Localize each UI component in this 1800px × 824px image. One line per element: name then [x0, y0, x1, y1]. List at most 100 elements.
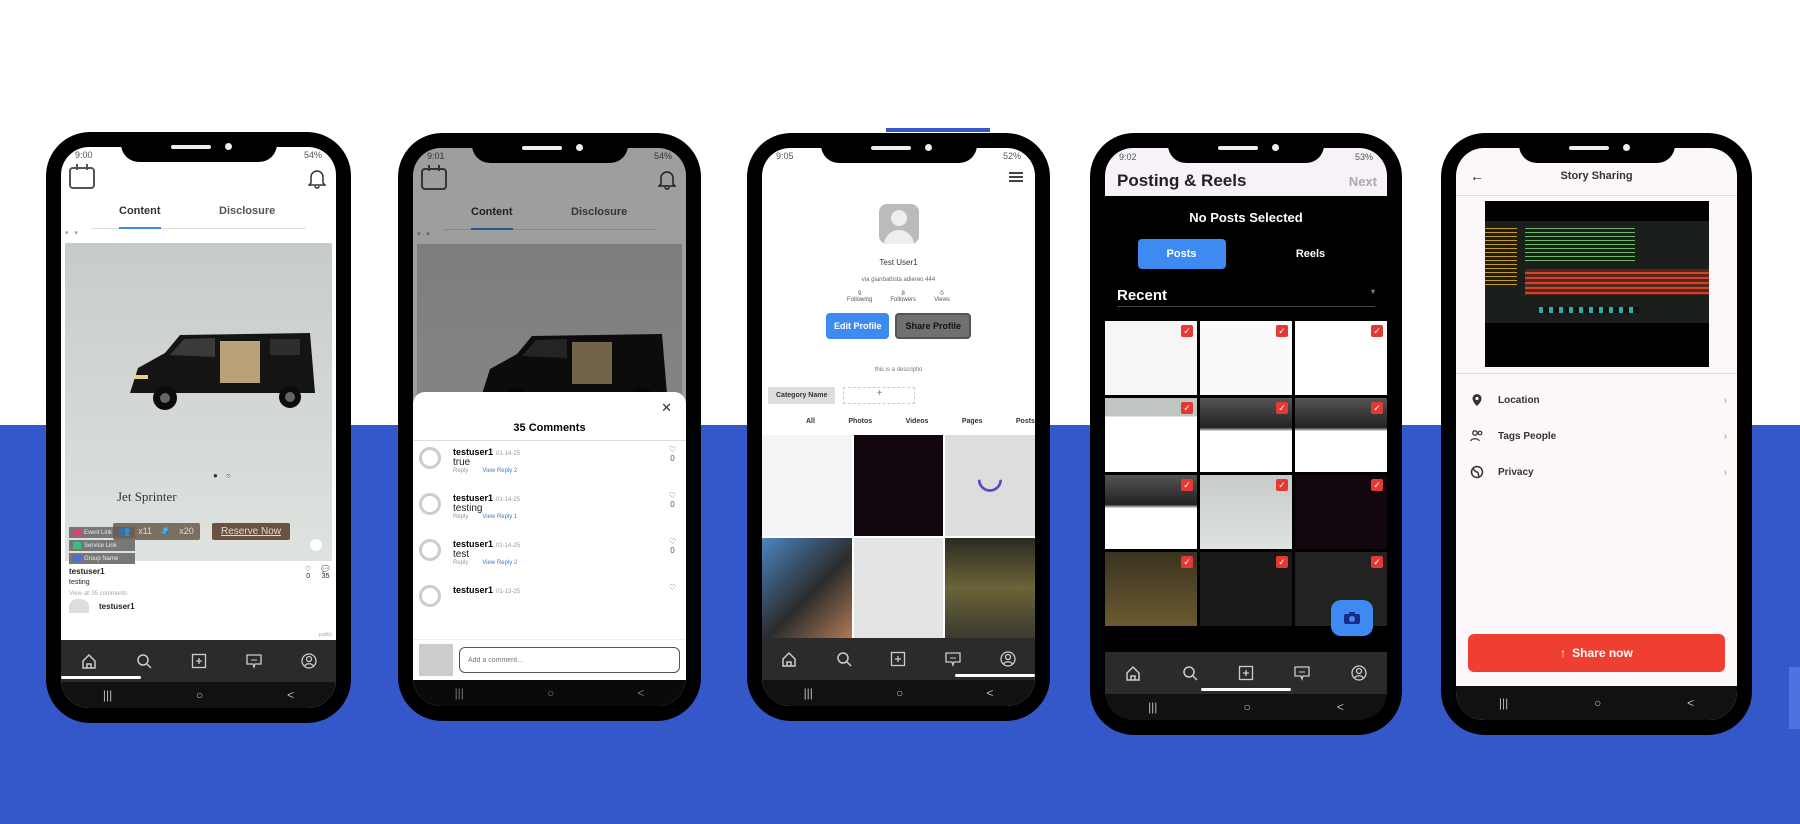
reels-toggle[interactable]: Reels	[1267, 239, 1355, 269]
comment-username[interactable]: testuser1 01-14-25	[453, 447, 520, 457]
chip-service-link[interactable]: Service Link	[69, 540, 135, 551]
heart-icon[interactable]: ♡	[669, 583, 676, 592]
message-icon[interactable]	[1293, 664, 1311, 682]
media-thumbnail[interactable]: ✓	[1105, 475, 1197, 549]
checkbox-checked-icon[interactable]: ✓	[1276, 479, 1288, 491]
media-thumbnail[interactable]: ✓	[1200, 475, 1292, 549]
recents-button[interactable]: |||	[103, 688, 112, 702]
reserve-now-button[interactable]: Reserve Now	[212, 523, 291, 540]
media-thumbnail[interactable]: ✓	[1105, 321, 1197, 395]
media-thumbnail[interactable]: ✓	[1200, 398, 1292, 472]
media-thumbnail[interactable]: ✓	[1105, 398, 1197, 472]
comment-button[interactable]: 💬 35	[321, 565, 330, 580]
checkbox-checked-icon[interactable]: ✓	[1371, 479, 1383, 491]
post-media[interactable]: ● ○ Jet Sprinter Event Link Service Link…	[65, 243, 332, 564]
tab-content[interactable]: Content	[119, 205, 161, 217]
grid-thumbnail[interactable]	[853, 435, 944, 536]
share-now-button[interactable]: ↑ Share now	[1468, 634, 1725, 672]
home-button[interactable]: ○	[896, 686, 903, 700]
reply-link[interactable]: Reply	[453, 514, 468, 520]
media-thumbnail[interactable]: ✓	[1105, 552, 1197, 626]
privacy-option[interactable]: Privacy ›	[1456, 454, 1737, 490]
toggle-dot[interactable]	[310, 539, 322, 551]
recents-button[interactable]: |||	[804, 686, 813, 700]
checkbox-checked-icon[interactable]: ✓	[1181, 402, 1193, 414]
profile-avatar[interactable]	[878, 204, 919, 244]
filter-row[interactable]: ▾ ▾	[61, 229, 336, 243]
camera-button[interactable]	[1331, 600, 1373, 636]
calendar-icon[interactable]	[69, 164, 95, 189]
add-category-button[interactable]: +	[843, 387, 916, 404]
share-profile-button[interactable]: Share Profile	[895, 313, 972, 339]
heart-icon[interactable]: ♡	[669, 537, 676, 546]
reply-link[interactable]: Reply	[453, 468, 468, 474]
home-button[interactable]: ○	[1244, 700, 1251, 714]
checkbox-checked-icon[interactable]: ✓	[1276, 325, 1288, 337]
close-icon[interactable]: ✕	[661, 400, 672, 416]
recents-button[interactable]: |||	[1499, 696, 1508, 710]
media-thumbnail[interactable]: ✓	[1295, 475, 1387, 549]
tag-people-option[interactable]: Tags People ›	[1456, 418, 1737, 454]
checkbox-checked-icon[interactable]: ✓	[1371, 402, 1383, 414]
search-icon[interactable]	[1181, 664, 1199, 682]
bell-icon[interactable]	[308, 167, 326, 189]
carousel-dots[interactable]: ● ○	[213, 471, 234, 480]
grid-thumbnail[interactable]	[762, 435, 852, 536]
comment-input[interactable]	[459, 647, 680, 673]
menu-icon[interactable]	[1009, 172, 1023, 184]
grid-thumbnail[interactable]	[762, 537, 852, 638]
add-icon[interactable]	[190, 652, 208, 670]
checkbox-checked-icon[interactable]: ✓	[1181, 479, 1193, 491]
home-icon[interactable]	[780, 650, 798, 668]
like-button[interactable]: ♡ 0	[305, 565, 311, 580]
add-icon[interactable]	[889, 650, 907, 668]
stat-following[interactable]: 9 Following	[847, 291, 872, 303]
heart-icon[interactable]: ♡	[669, 491, 676, 500]
home-icon[interactable]	[80, 652, 98, 670]
recents-button[interactable]: |||	[1148, 700, 1157, 714]
media-thumbnail[interactable]: ✓	[1200, 321, 1292, 395]
stat-followers[interactable]: 8 Followers	[890, 291, 916, 303]
next-button[interactable]: Next	[1349, 174, 1377, 189]
checkbox-checked-icon[interactable]: ✓	[1276, 402, 1288, 414]
post-username[interactable]: testuser1	[69, 567, 328, 576]
checkbox-checked-icon[interactable]: ✓	[1371, 556, 1383, 568]
view-all-comments-link[interactable]: View all 35 comments	[69, 591, 328, 597]
profile-icon[interactable]	[1350, 664, 1368, 682]
message-icon[interactable]	[245, 652, 263, 670]
checkbox-checked-icon[interactable]: ✓	[1181, 325, 1193, 337]
profile-icon[interactable]	[999, 650, 1017, 668]
tab-all[interactable]: All	[806, 418, 815, 425]
category-chip[interactable]: Category Name	[768, 387, 836, 404]
view-replies-link[interactable]: View Reply 2	[482, 560, 517, 566]
back-button[interactable]: <	[1337, 700, 1344, 714]
home-icon[interactable]	[1124, 664, 1142, 682]
back-button[interactable]: <	[1687, 696, 1694, 710]
add-icon[interactable]	[1237, 664, 1255, 682]
checkbox-checked-icon[interactable]: ✓	[1276, 556, 1288, 568]
media-thumbnail[interactable]: ✓	[1295, 398, 1387, 472]
view-replies-link[interactable]: View Reply 1	[482, 514, 517, 520]
home-button[interactable]: ○	[196, 688, 203, 702]
grid-thumbnail[interactable]	[945, 435, 1035, 536]
grid-thumbnail[interactable]	[853, 537, 944, 638]
tab-disclosure[interactable]: Disclosure	[219, 205, 275, 217]
heart-icon[interactable]: ♡	[669, 445, 676, 454]
tab-photos[interactable]: Photos	[848, 418, 872, 425]
media-thumbnail[interactable]: ✓	[1295, 321, 1387, 395]
back-button[interactable]: <	[986, 686, 993, 700]
search-icon[interactable]	[835, 650, 853, 668]
search-icon[interactable]	[135, 652, 153, 670]
profile-icon[interactable]	[300, 652, 318, 670]
reply-link[interactable]: Reply	[453, 560, 468, 566]
view-replies-link[interactable]: View Reply 2	[482, 468, 517, 474]
comment-username[interactable]: testuser1 01-13-25	[453, 585, 520, 595]
back-button[interactable]: <	[287, 688, 294, 702]
comment-username[interactable]: testuser1 01-14-25	[453, 539, 520, 549]
checkbox-checked-icon[interactable]: ✓	[1181, 556, 1193, 568]
tab-pages[interactable]: Pages	[962, 418, 983, 425]
tab-videos[interactable]: Videos	[906, 418, 929, 425]
comment-username[interactable]: testuser1 01-14-25	[453, 493, 520, 503]
message-icon[interactable]	[944, 650, 962, 668]
album-dropdown[interactable]: Recent ▾	[1117, 287, 1375, 307]
